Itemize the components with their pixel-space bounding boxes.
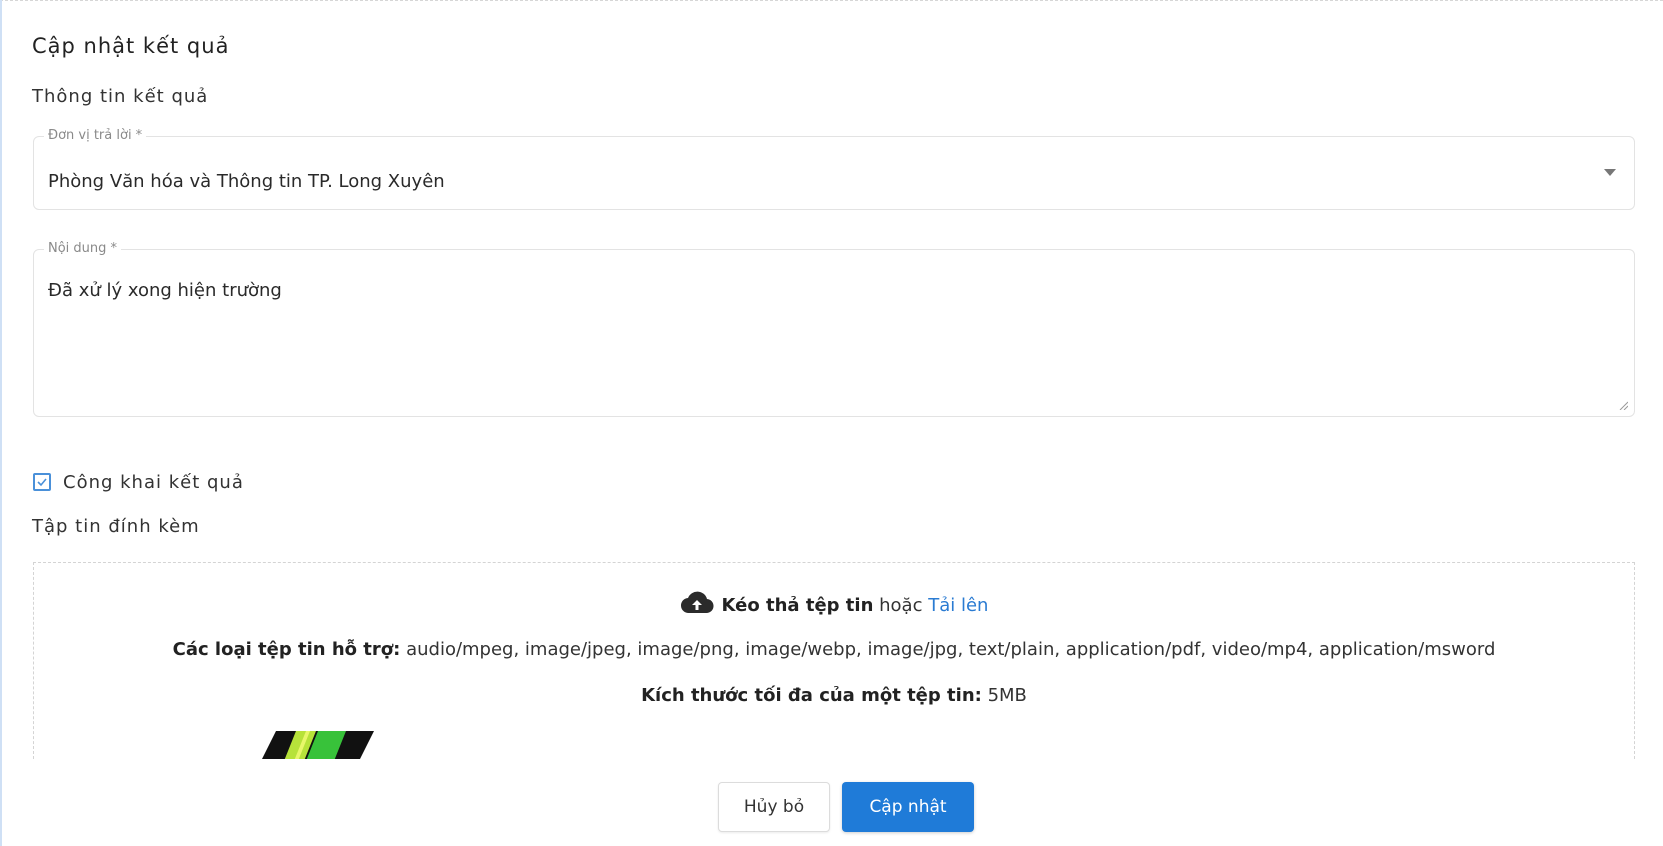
content-textarea[interactable]: Nội dung * Đã xử lý xong hiện trường bbox=[33, 241, 1635, 417]
publish-result-row[interactable]: Công khai kết quả bbox=[33, 470, 244, 494]
responder-unit-select[interactable]: Đơn vị trả lời * Phòng Văn hóa và Thông … bbox=[33, 128, 1635, 210]
max-size-value: 5MB bbox=[987, 685, 1027, 706]
cloud-upload-icon bbox=[680, 591, 714, 614]
publish-result-checkbox[interactable] bbox=[33, 473, 51, 491]
content-value: Đã xử lý xong hiện trường bbox=[48, 280, 282, 301]
attachments-title: Tập tin đính kèm bbox=[32, 516, 200, 537]
page-left-border bbox=[0, 0, 2, 846]
drag-drop-text: Kéo thả tệp tin bbox=[721, 595, 874, 616]
section-title: Thông tin kết quả bbox=[32, 86, 209, 107]
attachment-thumbnail[interactable] bbox=[234, 731, 374, 759]
chevron-down-icon[interactable] bbox=[1604, 169, 1616, 176]
max-size-label: Kích thước tối đa của một tệp tin: bbox=[641, 685, 982, 706]
supported-types-value: audio/mpeg, image/jpeg, image/png, image… bbox=[406, 639, 1496, 660]
publish-result-label: Công khai kết quả bbox=[63, 471, 244, 493]
check-icon bbox=[37, 478, 47, 487]
responder-unit-value: Phòng Văn hóa và Thông tin TP. Long Xuyê… bbox=[48, 171, 445, 192]
dialog-title: Cập nhật kết quả bbox=[32, 34, 230, 58]
supported-types: Các loại tệp tin hỗ trợ: audio/mpeg, ima… bbox=[34, 639, 1634, 660]
update-button[interactable]: Cập nhật bbox=[842, 782, 974, 832]
resize-handle-icon[interactable] bbox=[1618, 400, 1628, 410]
file-dropzone[interactable]: Kéo thả tệp tin hoặc Tải lên Các loại tệ… bbox=[33, 562, 1635, 759]
or-text: hoặc bbox=[879, 595, 923, 616]
supported-types-label: Các loại tệp tin hỗ trợ: bbox=[172, 639, 401, 660]
responder-unit-label: Đơn vị trả lời * bbox=[44, 128, 147, 143]
upload-link[interactable]: Tải lên bbox=[928, 595, 988, 616]
cancel-button[interactable]: Hủy bỏ bbox=[718, 782, 830, 832]
page-top-border bbox=[0, 0, 1663, 1]
max-size: Kích thước tối đa của một tệp tin: 5MB bbox=[34, 685, 1634, 706]
dropzone-instructions: Kéo thả tệp tin hoặc Tải lên bbox=[34, 591, 1634, 616]
content-label: Nội dung * bbox=[44, 241, 122, 256]
